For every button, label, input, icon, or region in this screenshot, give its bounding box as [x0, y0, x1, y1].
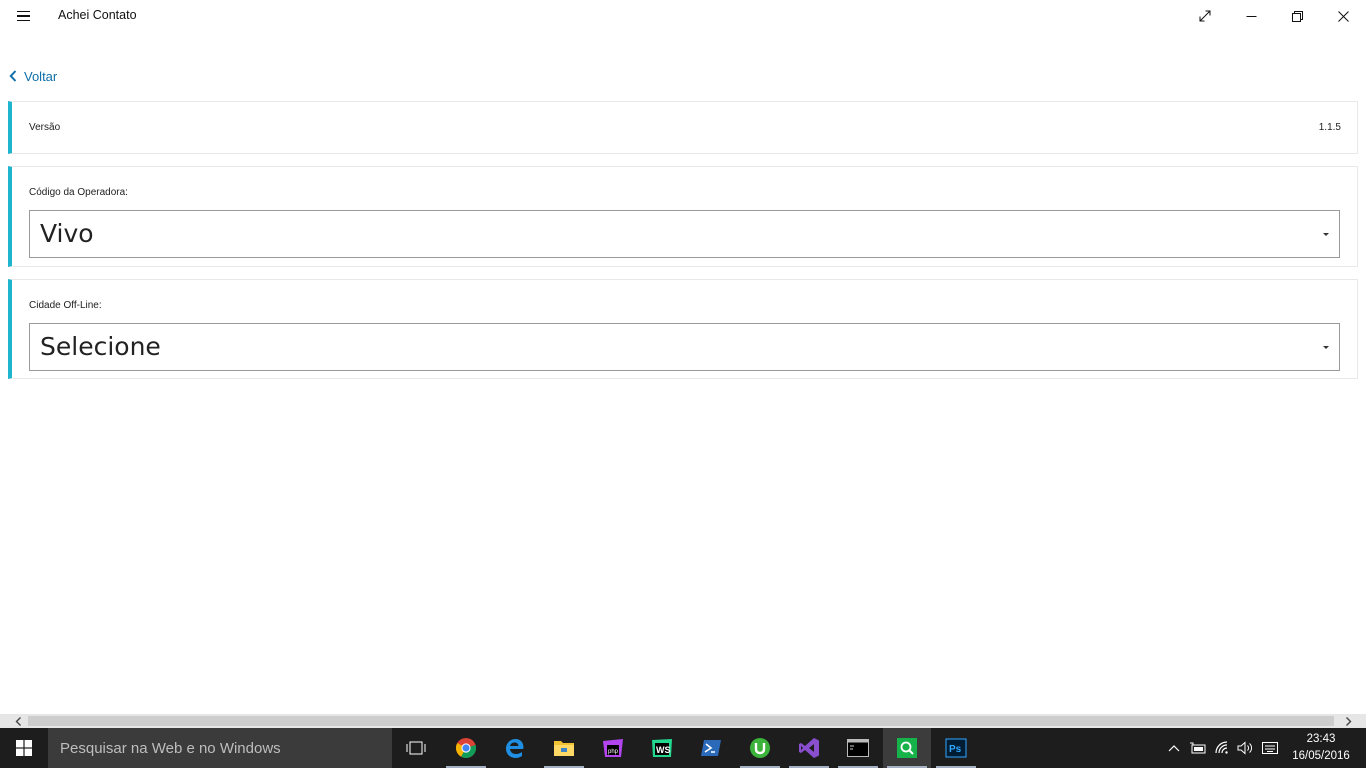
keyboard-icon — [1262, 742, 1278, 754]
city-selected-value: Selecione — [40, 332, 161, 361]
restore-icon — [1291, 10, 1303, 22]
battery-plug-icon — [1190, 742, 1206, 754]
hamburger-icon — [16, 11, 30, 21]
edge-icon — [506, 739, 524, 758]
taskbar-app-powershell[interactable] — [687, 728, 735, 768]
taskbar-app-chrome[interactable] — [442, 728, 490, 768]
close-button[interactable] — [1320, 0, 1366, 32]
windows-logo-icon — [16, 740, 32, 756]
taskbar-app-file-explorer[interactable] — [540, 728, 588, 768]
webstorm-icon: WS — [652, 739, 672, 757]
version-label: Versão — [29, 122, 61, 133]
utorrent-icon — [750, 738, 770, 758]
city-select[interactable]: Selecione — [29, 323, 1340, 371]
taskbar-app-command-prompt[interactable] — [834, 728, 882, 768]
input-method-button[interactable] — [1261, 740, 1279, 756]
clock-time: 23:43 — [1306, 733, 1336, 745]
taskbar-app-achei-contato[interactable] — [883, 728, 931, 768]
taskbar-app-webstorm[interactable]: WS — [638, 728, 686, 768]
svg-text:WS: WS — [656, 745, 671, 755]
chevron-right-icon — [1345, 716, 1351, 726]
wifi-icon — [1215, 741, 1228, 754]
svg-text:Ps: Ps — [949, 744, 962, 755]
taskbar-app-edge[interactable] — [491, 728, 539, 768]
taskbar-clock[interactable]: 23:43 16/05/2016 — [1288, 731, 1354, 765]
back-label: Voltar — [24, 68, 58, 84]
version-card: Versão 1.1.5 — [8, 101, 1358, 154]
search-placeholder: Pesquisar na Web e no Windows — [60, 740, 281, 757]
minimize-button[interactable] — [1228, 0, 1274, 32]
show-hidden-icons-button[interactable] — [1165, 740, 1183, 756]
clock-date: 16/05/2016 — [1292, 750, 1350, 762]
scrollbar-thumb[interactable] — [28, 716, 1334, 726]
operator-label: Código da Operadora: — [29, 187, 128, 198]
volume-tray-button[interactable] — [1236, 740, 1254, 756]
app-title: Achei Contato — [58, 8, 137, 22]
city-card: Cidade Off-Line: Selecione — [8, 279, 1358, 379]
expand-icon — [1199, 10, 1211, 22]
taskbar: Pesquisar na Web e no Windows php WS Ps … — [0, 728, 1366, 768]
photoshop-icon: Ps — [945, 738, 967, 758]
task-view-button[interactable] — [392, 728, 440, 768]
network-tray-button[interactable] — [1213, 740, 1231, 756]
taskbar-app-phpstorm[interactable]: php — [589, 728, 637, 768]
chrome-icon — [455, 738, 477, 758]
start-button[interactable] — [0, 728, 48, 768]
taskbar-app-utorrent[interactable] — [736, 728, 784, 768]
folder-icon — [554, 741, 574, 756]
achei-contato-icon — [897, 738, 917, 758]
scroll-right-button[interactable] — [1338, 714, 1358, 728]
battery-tray-button[interactable] — [1189, 740, 1207, 756]
title-bar: Achei Contato — [0, 0, 1366, 32]
taskbar-app-visual-studio[interactable] — [785, 728, 833, 768]
dropdown-caret-icon — [1323, 346, 1329, 349]
restore-button[interactable] — [1274, 0, 1320, 32]
city-label: Cidade Off-Line: — [29, 300, 102, 311]
svg-text:php: php — [608, 749, 619, 755]
chevron-up-icon — [1168, 745, 1180, 752]
speaker-icon — [1237, 741, 1252, 755]
chevron-left-icon — [15, 716, 21, 726]
close-icon — [1337, 10, 1349, 22]
version-value: 1.1.5 — [1318, 122, 1341, 133]
visual-studio-icon — [799, 738, 819, 758]
powershell-icon — [701, 740, 721, 756]
operator-card: Código da Operadora: Vivo — [8, 166, 1358, 267]
chevron-left-icon — [9, 70, 17, 82]
dropdown-caret-icon — [1323, 233, 1329, 236]
minimize-icon — [1246, 15, 1256, 17]
app-window: Achei Contato Voltar Versão 1.1.5 Código… — [0, 0, 1366, 728]
back-link[interactable]: Voltar — [9, 67, 57, 85]
scroll-left-button[interactable] — [8, 714, 28, 728]
operator-select[interactable]: Vivo — [29, 210, 1340, 258]
horizontal-scrollbar[interactable] — [0, 714, 1366, 728]
task-view-icon — [406, 741, 426, 755]
hamburger-menu-button[interactable] — [0, 0, 46, 32]
taskbar-search-box[interactable]: Pesquisar na Web e no Windows — [48, 728, 392, 768]
phpstorm-icon: php — [603, 739, 623, 757]
operator-selected-value: Vivo — [40, 219, 94, 248]
fullscreen-button[interactable] — [1182, 0, 1228, 32]
terminal-icon — [847, 739, 869, 757]
taskbar-app-photoshop[interactable]: Ps — [932, 728, 980, 768]
